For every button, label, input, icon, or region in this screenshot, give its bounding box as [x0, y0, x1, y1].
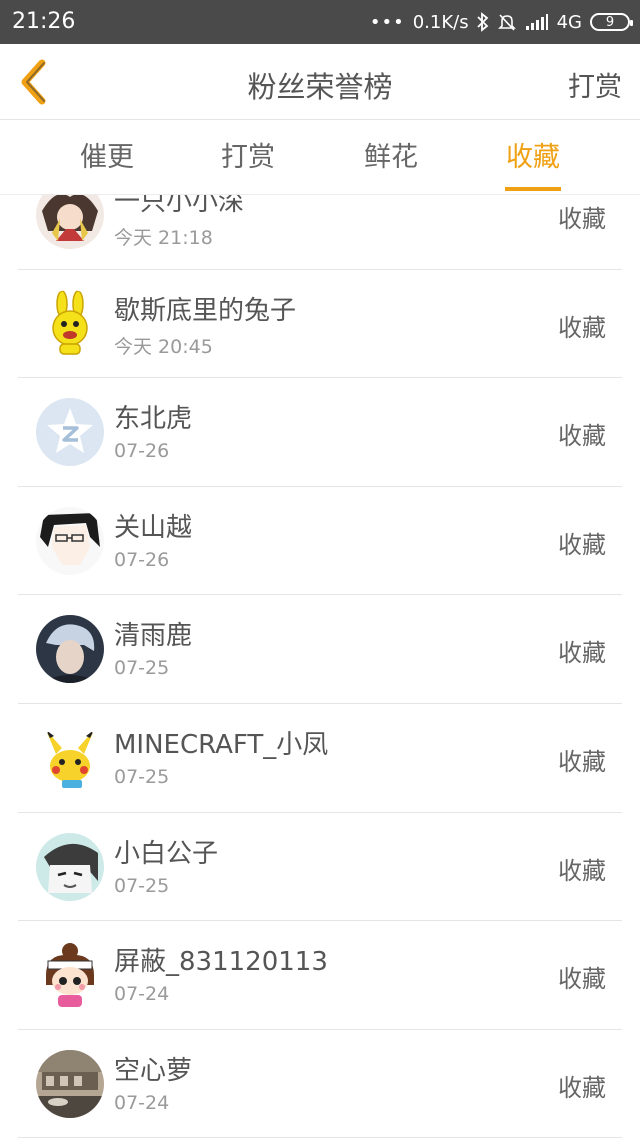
network-speed: 0.1K/s — [412, 11, 469, 33]
fan-date: 07-24 — [114, 1091, 170, 1114]
active-tab-indicator — [505, 187, 561, 191]
fan-action: 收藏 — [558, 747, 606, 776]
reward-button[interactable]: 打赏 — [568, 65, 622, 104]
fan-action: 收藏 — [558, 205, 606, 233]
tab-favorites[interactable]: 收藏 — [478, 121, 588, 195]
tab-urge[interactable]: 催更 — [52, 121, 162, 195]
fan-name: 小白公子 — [114, 838, 219, 869]
avatar — [36, 1049, 104, 1118]
fan-action: 收藏 — [558, 313, 606, 342]
tab-label: 催更 — [80, 142, 134, 173]
fan-action: 收藏 — [558, 530, 606, 559]
bluetooth-icon — [476, 12, 489, 32]
tab-label: 收藏 — [506, 142, 560, 173]
fan-date: 今天 21:18 — [114, 227, 213, 249]
list-item[interactable]: 一只小小深 今天 21:18 收藏 — [18, 195, 622, 270]
tab-flowers[interactable]: 鲜花 — [336, 121, 446, 195]
status-icons: ••• 0.1K/s 4G 9 — [369, 10, 633, 34]
list-item[interactable]: 歇斯底里的兔子 今天 20:45 收藏 — [18, 270, 622, 379]
more-dots-icon: ••• — [369, 11, 405, 33]
avatar — [36, 723, 104, 792]
tab-label: 鲜花 — [364, 142, 418, 173]
list-item[interactable]: 空心萝 07-24 收藏 — [18, 1030, 622, 1138]
avatar — [36, 195, 104, 249]
avatar — [36, 832, 104, 901]
list-item[interactable]: 小白公子 07-25 收藏 — [18, 813, 622, 922]
status-bar: 21:26 ••• 0.1K/s 4G 9 — [0, 0, 640, 44]
tab-reward[interactable]: 打赏 — [193, 121, 303, 195]
fan-name: 关山越 — [114, 512, 193, 543]
fan-name: 清雨鹿 — [114, 621, 193, 652]
fan-name: 屏蔽_831120113 — [114, 947, 328, 978]
fan-date: 今天 20:45 — [114, 335, 213, 358]
list-item[interactable]: MINECRAFT_小凤 07-25 收藏 — [18, 704, 622, 813]
mute-bell-icon — [497, 12, 517, 32]
avatar — [36, 506, 104, 575]
fan-name: 东北虎 — [114, 404, 193, 435]
fan-action: 收藏 — [558, 856, 606, 885]
fan-date: 07-25 — [114, 765, 170, 788]
fan-date: 07-26 — [114, 440, 170, 463]
battery-icon: 9 — [590, 13, 633, 31]
fan-date: 07-25 — [114, 874, 170, 897]
fan-action: 收藏 — [558, 965, 606, 994]
list-item[interactable]: 屏蔽_831120113 07-24 收藏 — [18, 921, 622, 1030]
fan-date: 07-26 — [114, 548, 170, 571]
page-title: 粉丝荣誉榜 — [247, 70, 393, 104]
avatar — [36, 289, 104, 358]
list-item[interactable]: 关山越 07-26 收藏 — [18, 487, 622, 596]
avatar — [36, 941, 104, 1010]
fan-name: 空心萝 — [114, 1055, 193, 1086]
fan-name: 歇斯底里的兔子 — [114, 295, 297, 326]
signal-icon — [525, 13, 549, 31]
avatar — [36, 615, 104, 684]
status-time: 21:26 — [12, 9, 76, 34]
fan-action: 收藏 — [558, 422, 606, 451]
battery-level: 9 — [605, 14, 615, 30]
list-item[interactable]: 清雨鹿 07-25 收藏 — [18, 595, 622, 704]
avatar — [36, 398, 104, 467]
fan-date: 07-25 — [114, 657, 170, 680]
fan-action: 收藏 — [558, 1073, 606, 1102]
fan-list[interactable]: 一只小小深 今天 21:18 收藏 歇斯底里的兔子 今天 20:45 收藏 东北… — [0, 195, 640, 1138]
network-type: 4G — [556, 11, 582, 33]
fan-date: 07-24 — [114, 983, 170, 1006]
tab-bar: 催更 打赏 鲜花 收藏 — [0, 121, 640, 195]
fan-action: 收藏 — [558, 639, 606, 668]
fan-name: MINECRAFT_小凤 — [114, 729, 329, 760]
nav-bar: 粉丝荣誉榜 打赏 — [0, 44, 640, 120]
list-item[interactable]: 东北虎 07-26 收藏 — [18, 378, 622, 487]
fan-name: 一只小小深 — [114, 195, 245, 217]
tab-label: 打赏 — [221, 142, 275, 173]
